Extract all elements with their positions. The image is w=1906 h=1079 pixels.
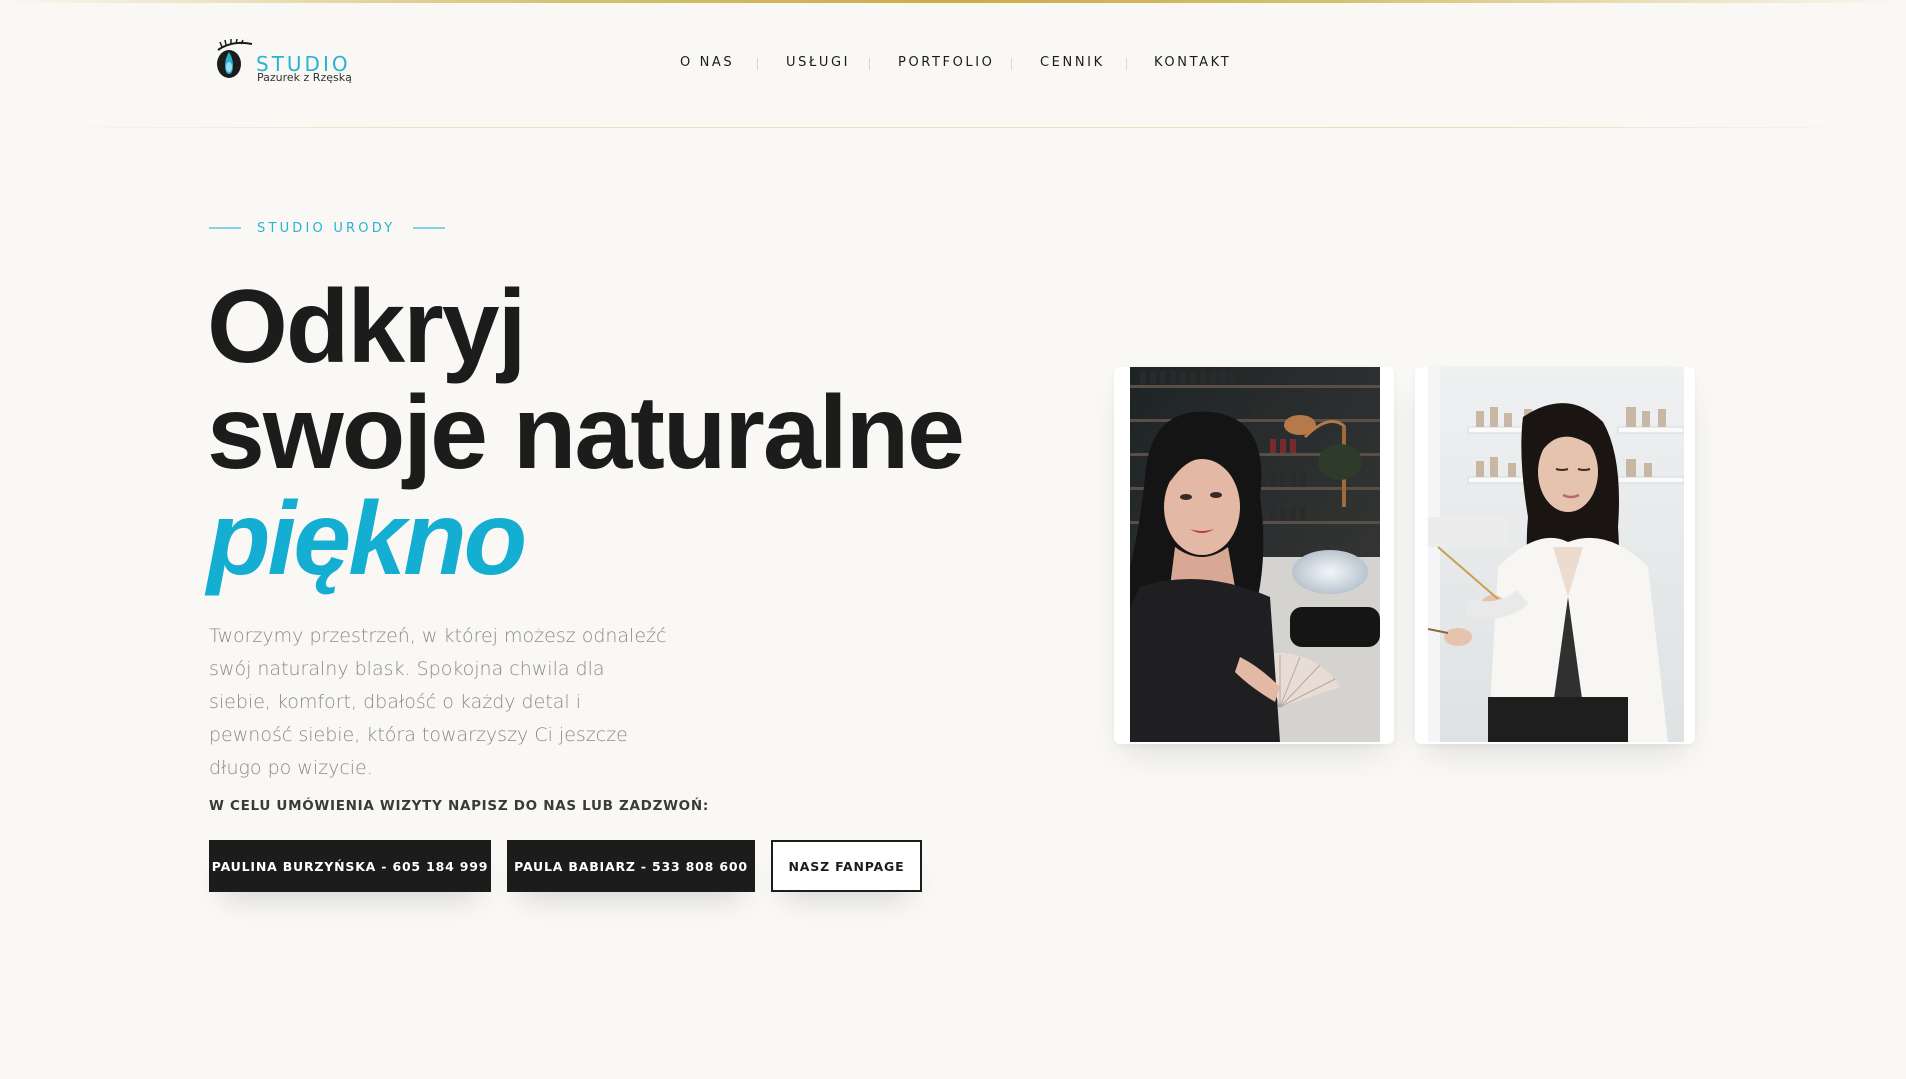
nav-separator [1126,58,1127,70]
headline-line-1: Odkryj [207,269,526,385]
photo-card-2 [1415,367,1695,744]
cta-label: W CELU UMÓWIENIA WIZYTY NAPISZ DO NAS LU… [209,798,709,814]
nav-separator [1011,58,1012,70]
photo-card-1 [1114,367,1394,744]
nav-separator [757,58,758,70]
headline-accent: piękno [207,481,527,597]
photo-stylist-nail-station [1130,367,1380,742]
hero-eyebrow: STUDIO URODY [209,220,446,236]
eyebrow-text: STUDIO URODY [257,220,396,236]
nav-item-portfolio[interactable]: PORTFOLIO [898,55,995,70]
nav-item-cennik[interactable]: CENNIK [1040,55,1105,70]
call-paula-button[interactable]: PAULA BABIARZ - 533 808 600 [507,840,755,892]
hero-lead-text: Tworzymy przestrzeń, w której możesz odn… [209,625,667,779]
hero-headline: Odkryj swoje naturalne piękno [207,269,965,597]
nav-item-o-nas[interactable]: O NAS [680,55,734,70]
nav-item-uslugi[interactable]: USŁUGI [786,55,850,70]
photo-stylist-lash-studio [1428,367,1684,742]
call-paulina-button[interactable]: PAULINA BURZYŃSKA - 605 184 999 [209,840,491,892]
nav-separator [869,58,870,70]
eyebrow-dash-right [413,227,446,229]
eyebrow-dash-left [209,227,241,229]
main-nav: O NAS USŁUGI PORTFOLIO CENNIK KONTAKT [0,55,1906,75]
fanpage-button[interactable]: NASZ FANPAGE [771,840,922,892]
site-header: STUDIO Pazurek z Rzęską O NAS USŁUGI POR… [0,0,1906,128]
nav-item-kontakt[interactable]: KONTAKT [1154,55,1231,70]
header-divider [30,127,1876,128]
headline-line-2: swoje naturalne [207,375,965,491]
